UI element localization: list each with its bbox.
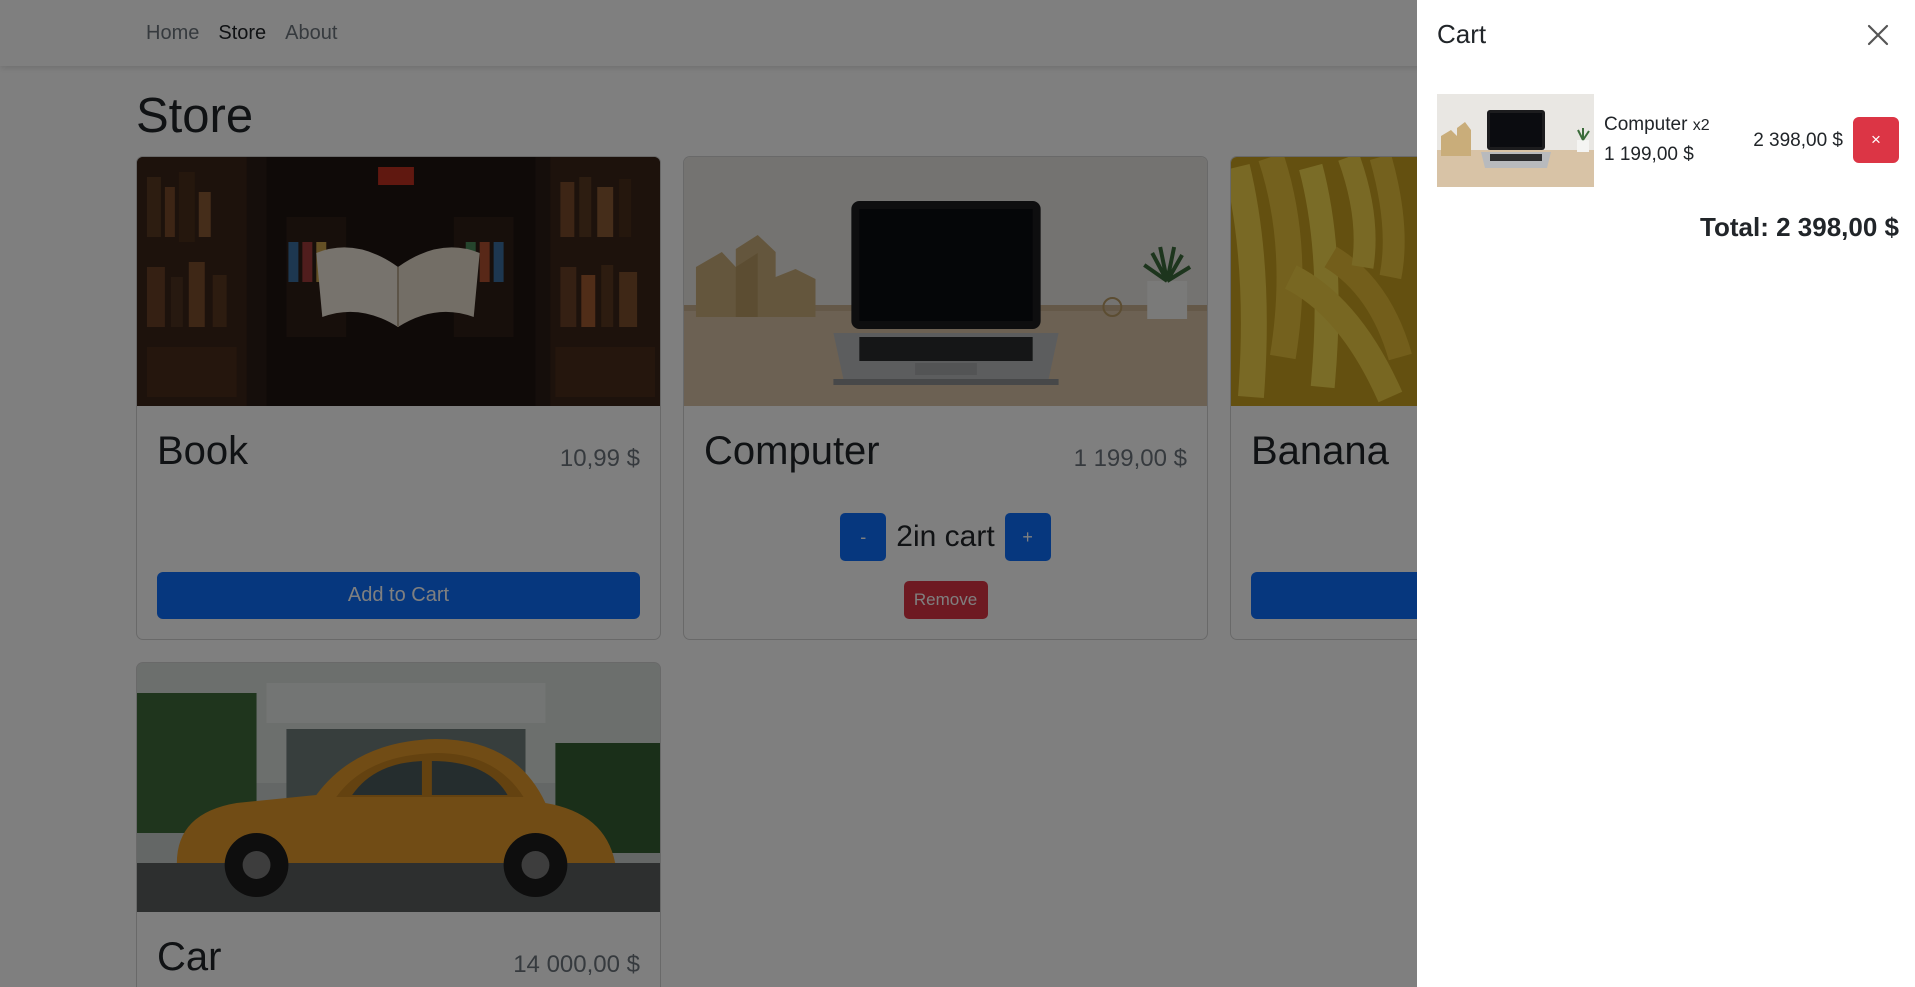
cart-item-quantity: x2 [1692,117,1710,134]
computer-image [1437,94,1594,187]
cart-item-name: Computer [1604,114,1688,135]
cart-total: Total: 2 398,00 $ [1700,212,1899,242]
cart-item-unit-price: 1 199,00 $ [1604,144,1694,165]
cart-offcanvas: Cart Computer x2 1 199,00 $ 2 398,00 $ ×… [1417,0,1915,987]
cart-item-line-total: 2 398,00 $ [1753,130,1843,151]
cart-title: Cart [1437,19,1487,49]
cart-item-name-line: Computer x2 [1604,114,1710,136]
close-icon[interactable] [1863,20,1893,50]
remove-cart-item-button[interactable]: × [1853,117,1899,163]
cart-item: Computer x2 1 199,00 $ 2 398,00 $ × [1437,94,1899,187]
